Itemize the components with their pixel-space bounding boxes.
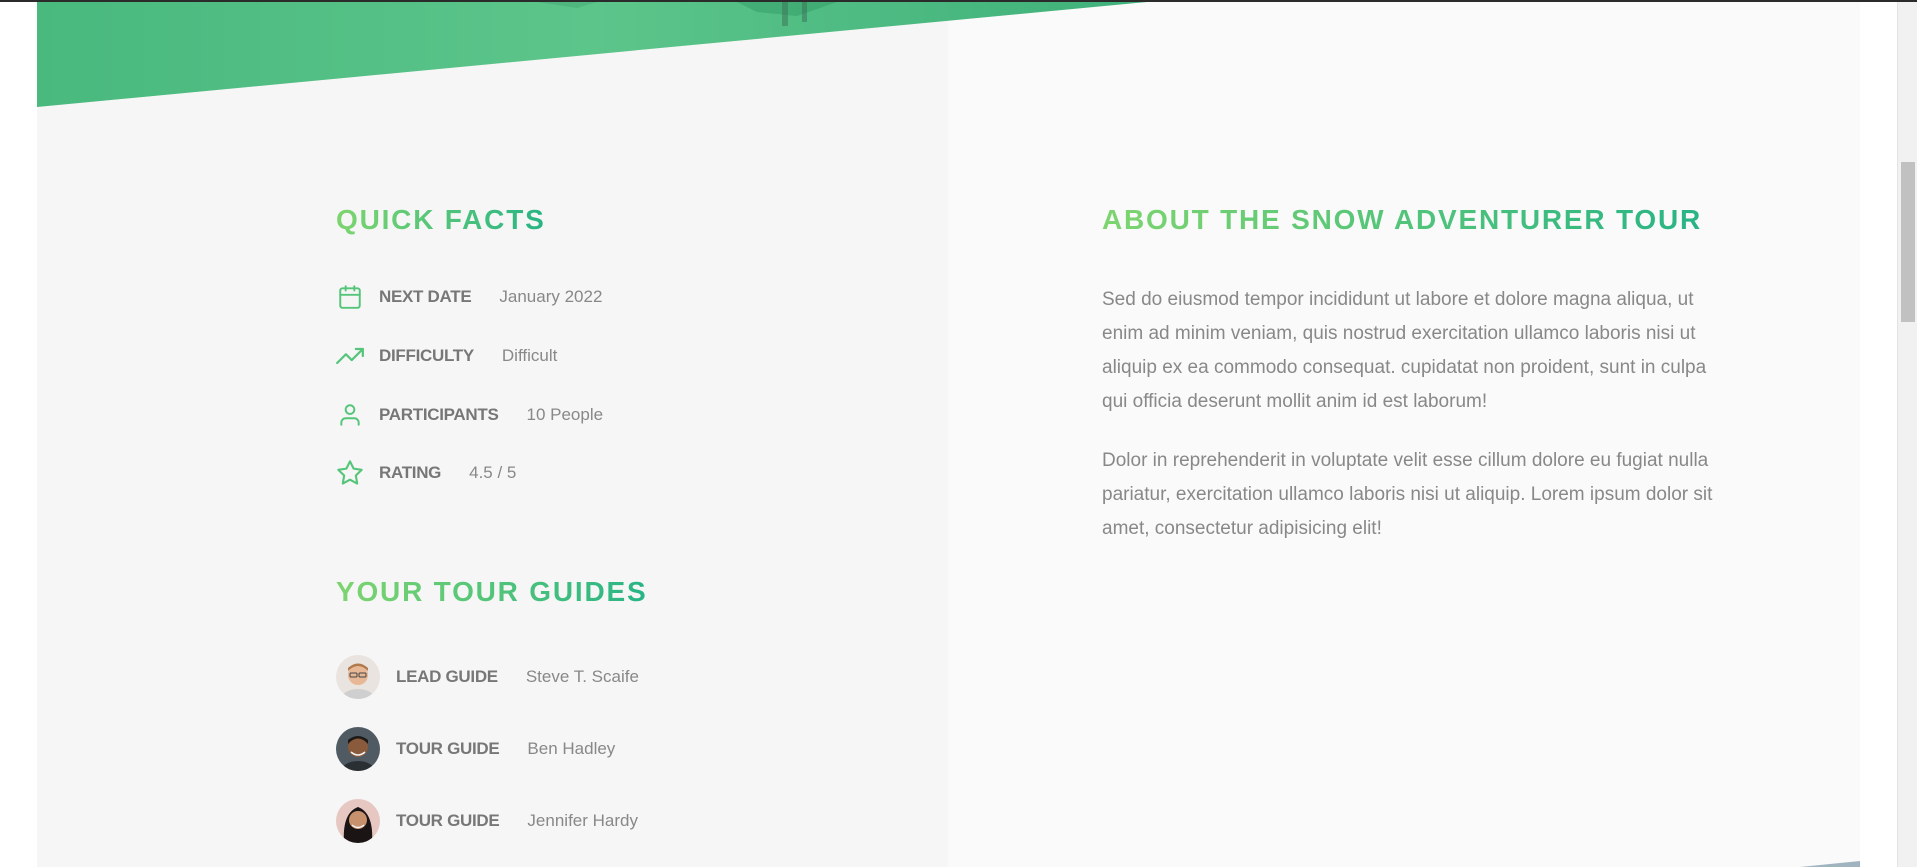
about-heading: About the snow adventurer tour — [1102, 204, 1702, 235]
fact-label: NEXT DATE — [379, 287, 472, 306]
fact-participants: PARTICIPANTS 10 People — [336, 400, 603, 430]
fact-next-date: NEXT DATE January 2022 — [336, 282, 602, 312]
guide-tour-2: TOUR GUIDE Jennifer Hardy — [336, 799, 638, 843]
guide-name: Ben Hadley — [527, 739, 616, 758]
guide-role: LEAD GUIDE — [396, 667, 498, 686]
avatar — [336, 799, 380, 843]
trending-up-icon — [336, 342, 364, 370]
avatar — [336, 655, 380, 699]
quick-facts-heading: Quick Facts — [336, 204, 546, 235]
fact-value: January 2022 — [499, 287, 603, 306]
guide-role: TOUR GUIDE — [396, 739, 500, 758]
user-icon — [336, 401, 364, 429]
star-icon — [336, 459, 364, 487]
hero-image-bottom — [37, 2, 1147, 107]
fact-value: 10 People — [526, 405, 604, 424]
about-paragraph: Dolor in reprehenderit in voluptate veli… — [1102, 450, 1713, 539]
scrollbar-thumb[interactable] — [1901, 162, 1915, 322]
fact-label: DIFFICULTY — [379, 346, 474, 365]
fact-value: 4.5 / 5 — [469, 463, 517, 482]
fact-rating: RATING 4.5 / 5 — [336, 458, 516, 488]
guide-tour-1: TOUR GUIDE Ben Hadley — [336, 727, 615, 771]
about-paragraph: Sed do eiusmod tempor incididunt ut labo… — [1102, 289, 1707, 412]
tour-guides-heading: Your tour guides — [336, 576, 648, 607]
guide-lead: LEAD GUIDE Steve T. Scaife — [336, 655, 639, 699]
next-section-edge — [1800, 861, 1860, 867]
fact-label: RATING — [379, 463, 442, 482]
vertical-scrollbar[interactable] — [1897, 2, 1917, 867]
guide-name: Jennifer Hardy — [527, 811, 638, 830]
avatar — [336, 727, 380, 771]
fact-value: Difficult — [501, 346, 558, 365]
calendar-icon — [336, 283, 364, 311]
guide-name: Steve T. Scaife — [525, 667, 639, 686]
guide-role: TOUR GUIDE — [396, 811, 500, 830]
tour-description-section — [37, 2, 1860, 867]
fact-difficulty: DIFFICULTY Difficult — [336, 341, 557, 371]
fact-label: PARTICIPANTS — [379, 405, 499, 424]
about-box — [948, 2, 1860, 867]
